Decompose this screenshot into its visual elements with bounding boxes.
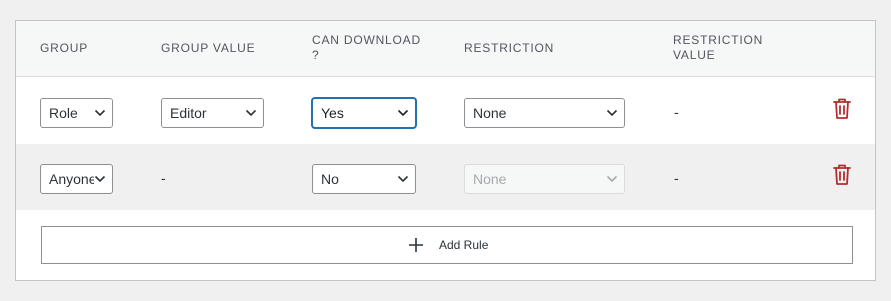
can-download-select-value: No [321, 171, 339, 187]
column-header-restriction-value: RESTRICTION VALUE [673, 33, 764, 62]
table-row: Role Editor Yes None - [16, 78, 875, 144]
column-header-group: GROUP [40, 41, 89, 55]
can-download-select-value: Yes [321, 105, 344, 121]
group-value-select-value: Editor [170, 105, 207, 121]
table-row: Anyone - No None - [16, 144, 875, 210]
restriction-value: - [674, 170, 679, 186]
table-header: GROUP GROUP VALUE CAN DOWNLOAD ? RESTRIC… [16, 21, 875, 77]
group-select-value: Anyone [49, 171, 97, 187]
can-download-select[interactable]: No [312, 164, 416, 194]
group-value: - [161, 170, 166, 186]
add-rule-label: Add Rule [439, 238, 489, 252]
restriction-value: - [674, 104, 679, 120]
trash-icon[interactable] [832, 163, 852, 187]
group-select[interactable]: Anyone [40, 164, 113, 194]
chevron-down-icon [94, 174, 106, 184]
column-header-restriction: RESTRICTION [464, 41, 555, 55]
chevron-down-icon [397, 174, 409, 184]
column-header-group-value: GROUP VALUE [161, 41, 256, 55]
restriction-select-value: None [473, 105, 507, 121]
chevron-down-icon [606, 108, 618, 118]
chevron-down-icon [245, 108, 257, 118]
restriction-select: None [464, 164, 625, 194]
group-value-select[interactable]: Editor [161, 98, 264, 128]
download-rules-panel: GROUP GROUP VALUE CAN DOWNLOAD ? RESTRIC… [15, 20, 876, 281]
chevron-down-icon [606, 174, 618, 184]
restriction-select-value: None [473, 171, 507, 187]
restriction-select[interactable]: None [464, 98, 625, 128]
can-download-select[interactable]: Yes [312, 98, 416, 128]
plus-icon [409, 238, 423, 252]
add-rule-button[interactable]: Add Rule [41, 226, 853, 264]
column-header-can-download: CAN DOWNLOAD ? [312, 33, 421, 62]
group-select-value: Role [49, 105, 78, 121]
group-select[interactable]: Role [40, 98, 113, 128]
trash-icon[interactable] [832, 97, 852, 121]
chevron-down-icon [94, 108, 106, 118]
chevron-down-icon [397, 108, 409, 118]
